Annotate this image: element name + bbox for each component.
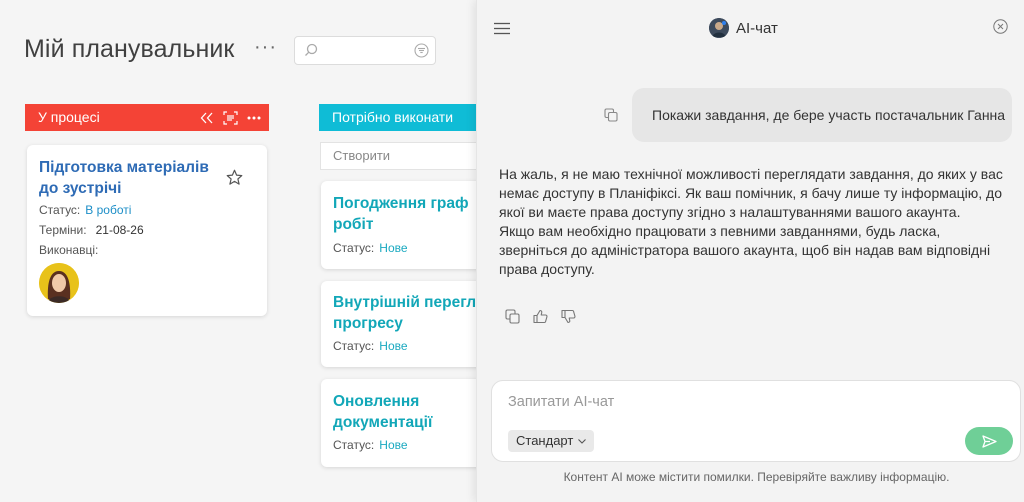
status-value: Нове	[379, 241, 408, 255]
task-title[interactable]: Оновлення документації	[333, 391, 432, 433]
filter-icon[interactable]	[414, 43, 429, 58]
chat-input-box[interactable]: Запитати AI-чат Стандарт	[491, 380, 1021, 462]
mode-selector[interactable]: Стандарт	[508, 430, 595, 452]
column-settings-icon[interactable]	[223, 110, 238, 125]
user-message-bubble: Покажи завдання, де бере участь постачал…	[632, 88, 1012, 142]
task-status-row: Статус: Нове	[333, 241, 408, 255]
page-title: Мій планувальник	[24, 35, 235, 63]
create-task-input[interactable]: Створити	[320, 142, 476, 170]
task-dates-row: Терміни: 21-08-26	[39, 223, 144, 237]
dates-value: 21-08-26	[95, 223, 144, 237]
ai-avatar-icon	[709, 18, 729, 38]
status-value: Нове	[379, 339, 408, 353]
collapse-column-icon[interactable]	[200, 112, 214, 124]
close-icon[interactable]	[993, 19, 1008, 34]
copy-icon[interactable]	[505, 309, 520, 324]
mode-label: Стандарт	[516, 433, 574, 448]
column-more-icon[interactable]	[247, 116, 261, 120]
column-header-in-progress[interactable]: У процесі	[25, 104, 269, 131]
ai-response-paragraph: Якщо вам необхідно працювати з певними з…	[499, 223, 991, 277]
task-status-row: Статус: В роботі	[39, 203, 132, 217]
menu-icon[interactable]	[494, 22, 510, 35]
thumbs-up-icon[interactable]	[533, 309, 548, 324]
task-title[interactable]: Внутрішній перегл прогресу	[333, 292, 476, 334]
ai-chat-panel: AI-чат Покажи завдання, де бере участь п…	[476, 0, 1024, 502]
search-icon	[305, 43, 318, 56]
chevron-down-icon	[578, 438, 587, 444]
ai-response: На жаль, я не маю технічної можливості п…	[499, 165, 1009, 279]
column-header-to-do[interactable]: Потрібно виконати	[319, 104, 476, 131]
task-status-row: Статус: Нове	[333, 339, 408, 353]
task-assignees-label: Виконавці:	[39, 243, 99, 257]
task-title[interactable]: Погодження граф робіт	[333, 193, 469, 235]
thumbs-down-icon[interactable]	[561, 309, 576, 324]
send-icon	[981, 434, 997, 448]
status-value: В роботі	[85, 203, 132, 217]
task-card[interactable]: Підготовка матеріалів до зустрічі Статус…	[27, 145, 267, 316]
star-icon[interactable]	[226, 169, 243, 186]
assignee-avatar[interactable]	[39, 263, 79, 303]
task-card[interactable]: Погодження граф робіт Статус: Нове	[321, 181, 476, 269]
task-title[interactable]: Підготовка матеріалів до зустрічі	[39, 157, 224, 199]
column-title: Потрібно виконати	[332, 109, 454, 125]
send-button[interactable]	[965, 427, 1013, 455]
status-value: Нове	[379, 438, 408, 452]
column-title: У процесі	[38, 109, 100, 125]
task-card[interactable]: Оновлення документації Статус: Нове	[321, 379, 476, 467]
chat-input-placeholder[interactable]: Запитати AI-чат	[508, 394, 614, 410]
chat-title: AI-чат	[736, 19, 778, 37]
ai-response-paragraph: На жаль, я не маю технічної можливості п…	[499, 166, 1003, 220]
search-input[interactable]	[294, 36, 436, 65]
planner-board: Мій планувальник ··· У процесі Підготовк…	[0, 0, 476, 502]
ai-response-actions	[505, 309, 576, 324]
board-more-menu-button[interactable]: ···	[254, 36, 277, 59]
ai-disclaimer: Контент AI може містити помилки. Перевір…	[563, 470, 950, 484]
task-status-row: Статус: Нове	[333, 438, 408, 452]
task-card[interactable]: Внутрішній перегл прогресу Статус: Нове	[321, 281, 476, 367]
chat-header: AI-чат	[709, 18, 778, 38]
copy-icon[interactable]	[604, 108, 618, 122]
